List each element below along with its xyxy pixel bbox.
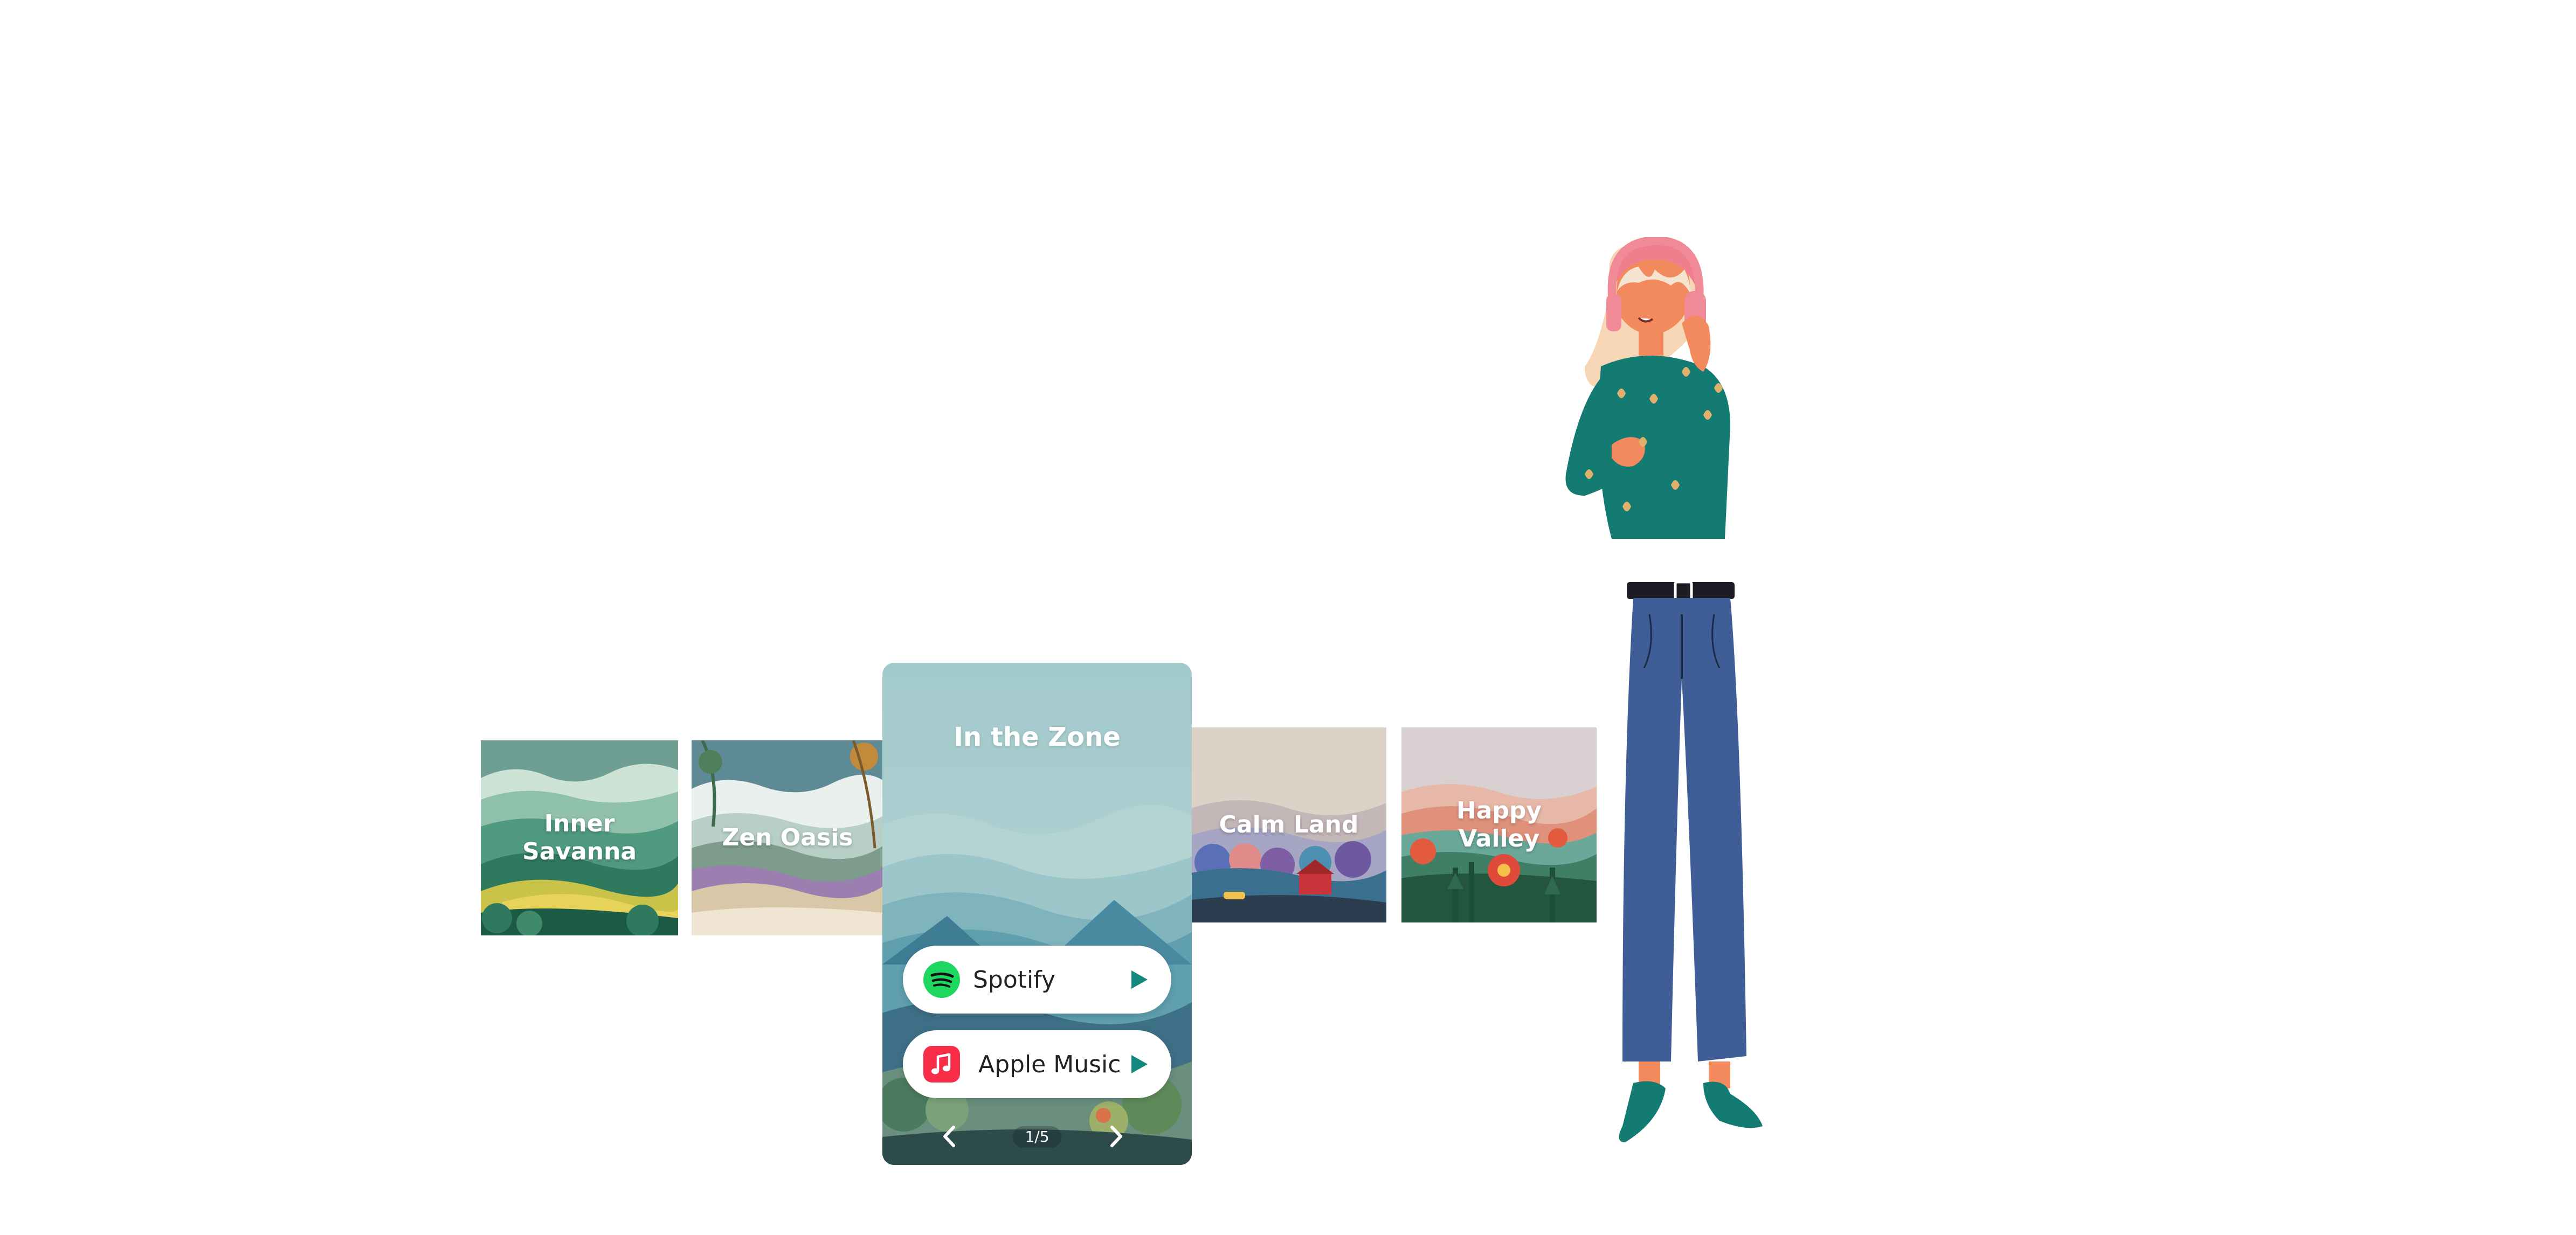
playlist-tile-zen-oasis[interactable]: Zen Oasis <box>692 740 883 935</box>
page-indicator: 1/5 <box>1013 1126 1061 1148</box>
spotify-icon <box>923 961 960 998</box>
playlist-title: Zen Oasis <box>722 824 853 851</box>
chevron-right-icon[interactable] <box>1097 1118 1135 1155</box>
spotify-label: Spotify <box>973 966 1056 994</box>
carousel-pager: 1/5 <box>882 1106 1192 1165</box>
playlist-title: Inner Savanna <box>522 810 637 865</box>
playlist-carousel-stage: Inner Savanna Zen Oasis Calm Land Happy … <box>0 0 2576 1235</box>
playlist-tile-inner-savanna[interactable]: Inner Savanna <box>481 740 678 935</box>
playlist-title: Calm Land <box>1219 811 1359 838</box>
apple-music-button[interactable]: Apple Music <box>903 1030 1171 1098</box>
apple-music-icon <box>923 1046 960 1083</box>
featured-playlist-card: In the Zone Spotify Apple Music 1/5 <box>882 663 1192 1165</box>
woman-with-headphones-illustration <box>1565 237 1763 1142</box>
play-icon <box>1131 1055 1148 1073</box>
play-icon <box>1131 970 1148 989</box>
chevron-left-icon[interactable] <box>931 1118 969 1155</box>
playlist-tile-calm-land[interactable]: Calm Land <box>1191 727 1386 922</box>
apple-music-label: Apple Music <box>978 1050 1121 1078</box>
featured-playlist-title: In the Zone <box>954 722 1121 752</box>
playlist-title: Happy Valley <box>1456 797 1542 852</box>
spotify-button[interactable]: Spotify <box>903 946 1171 1014</box>
